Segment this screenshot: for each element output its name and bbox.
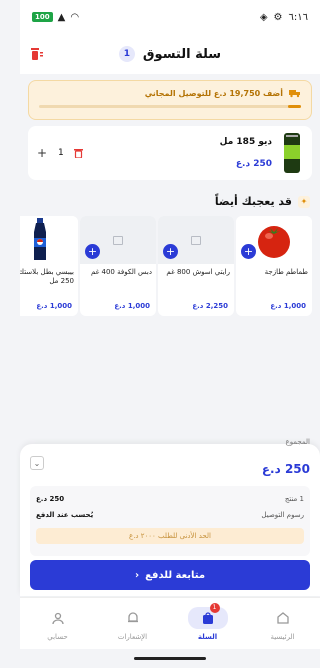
battery-indicator: 100 — [32, 12, 53, 22]
image-placeholder-icon — [113, 235, 123, 245]
wifi-icon: ◠ — [70, 11, 80, 23]
rec-card[interactable]: + دبس الكوفة 400 غم 1,000 د.ع — [80, 216, 156, 316]
increase-quantity-button[interactable]: + — [36, 146, 48, 160]
rec-price: 1,000 د.ع — [36, 302, 72, 310]
rec-name: بيبسي بطل بلاستك 250 مل — [20, 268, 74, 286]
rec-name: رايتي اسوش 800 غم — [166, 268, 230, 276]
add-to-cart-button[interactable]: + — [85, 244, 100, 259]
delivery-truck-icon — [289, 90, 300, 98]
items-label: 1 منتج — [284, 495, 304, 503]
recommendations-list[interactable]: + طماطم طازجة 1,000 د.ع + رايتي اسوش 800… — [20, 216, 320, 316]
promo-progress-fill — [287, 105, 301, 108]
sparkle-icon: ✦ — [298, 195, 310, 208]
total-label: المجموع — [285, 438, 310, 446]
image-placeholder-icon — [191, 235, 201, 245]
delivery-value: يُحسب عند الدفع — [36, 511, 94, 519]
checkout-button[interactable]: متابعة للدفع ‹ — [30, 560, 310, 590]
recommendations-header: ✦ قد يعجبك أيضاً — [215, 195, 310, 208]
home-icon — [276, 611, 289, 624]
add-to-cart-button[interactable]: + — [241, 244, 256, 259]
signal-icon: ▲ — [57, 11, 66, 23]
quantity-value: 1 — [58, 148, 64, 158]
clock: ٦:١٦ — [288, 11, 308, 23]
cart-count-badge: 1 — [118, 46, 135, 62]
settings-icon: ⚙ — [273, 11, 283, 23]
bell-icon — [127, 611, 138, 622]
rec-card[interactable]: بيبسي بطل بلاستك 250 مل 1,000 د.ع — [20, 216, 78, 316]
rec-price: 2,250 د.ع — [192, 302, 228, 310]
add-to-cart-button[interactable]: + — [163, 244, 178, 259]
vpn-icon: ◈ — [259, 11, 268, 23]
nav-home-label: الرئيسية — [270, 632, 295, 641]
header: سلة التسوق 1 — [20, 34, 320, 74]
rec-card[interactable]: + طماطم طازجة 1,000 د.ع — [236, 216, 312, 316]
rec-price: 1,000 د.ع — [270, 302, 306, 310]
cart-item-price: 250 د.ع — [235, 159, 272, 169]
rec-card[interactable]: + رايتي اسوش 800 غم 2,250 د.ع — [158, 216, 234, 316]
recommendations-title: قد يعجبك أيضاً — [214, 195, 292, 208]
delivery-label: رسوم التوصيل — [261, 511, 304, 519]
checkout-label: متابعة للدفع — [145, 569, 206, 581]
cart-item-name: ديو 185 مل — [219, 137, 272, 147]
free-delivery-banner: أضف 19,750 د.ع للتوصيل المجاني — [28, 80, 312, 120]
shopping-bag-icon — [202, 611, 213, 624]
clear-cart-icon[interactable] — [30, 46, 44, 62]
nav-home[interactable]: الرئيسية — [253, 607, 313, 641]
cart-item: ديو 185 مل 250 د.ع + 1 — [28, 126, 312, 180]
nav-notifications-label: الإشعارات — [117, 632, 148, 641]
delivery-row: رسوم التوصيل يُحسب عند الدفع — [36, 508, 304, 522]
delete-item-icon[interactable] — [73, 148, 83, 158]
promo-progress-bar — [39, 105, 301, 108]
items-value: 250 د.ع — [36, 495, 65, 503]
nav-cart[interactable]: 1 السلة — [178, 602, 238, 641]
quantity-stepper: + 1 — [36, 146, 83, 160]
nav-notifications[interactable]: الإشعارات — [103, 607, 163, 641]
product-image — [280, 131, 304, 175]
promo-text: أضف 19,750 د.ع للتوصيل المجاني — [144, 88, 283, 98]
page-title: سلة التسوق — [142, 46, 222, 62]
rec-name: دبس الكوفة 400 غم — [90, 268, 152, 276]
rec-name: طماطم طازجة — [264, 268, 308, 276]
summary-box: 1 منتج 250 د.ع رسوم التوصيل يُحسب عند ال… — [30, 486, 310, 556]
user-icon — [51, 612, 64, 624]
status-bar: 100 ▲ ◠ ◈ ⚙ ٦:١٦ — [20, 0, 320, 34]
collapse-summary-button[interactable]: ⌄ — [30, 456, 44, 470]
tomato-icon — [258, 226, 290, 258]
home-indicator — [134, 657, 206, 660]
can-icon — [284, 133, 300, 173]
pepsi-bottle-icon — [34, 218, 46, 260]
rec-price: 1,000 د.ع — [114, 302, 150, 310]
total-value: 250 د.ع — [261, 462, 310, 476]
bottom-nav: الرئيسية 1 السلة الإشعارات حسابي — [20, 597, 320, 649]
product-image — [20, 216, 78, 264]
nav-cart-label: السلة — [197, 632, 218, 641]
cart-nav-badge: 1 — [209, 602, 220, 613]
items-row: 1 منتج 250 د.ع — [36, 492, 304, 506]
nav-account-label: حسابي — [47, 632, 68, 641]
min-order-notice: الحد الأدنى للطلب ٢٠٠٠ د.ع — [36, 528, 304, 544]
nav-account[interactable]: حسابي — [28, 607, 88, 641]
chevron-left-icon: ‹ — [134, 569, 140, 581]
